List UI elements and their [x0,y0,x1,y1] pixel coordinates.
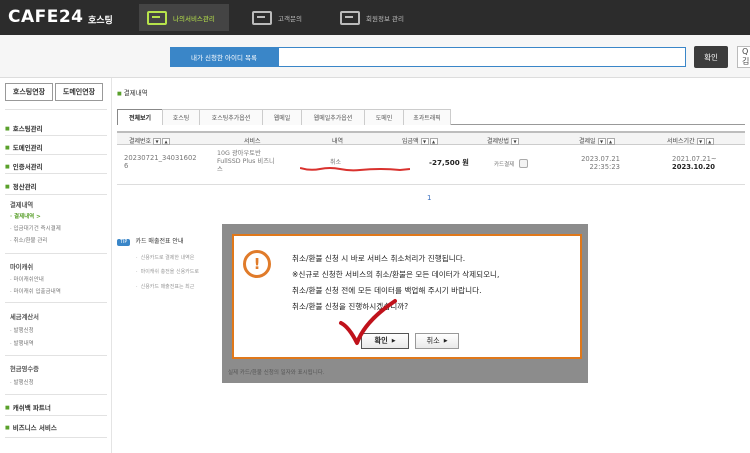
order-number: 20230721_34031602 6 [124,154,197,170]
tip-line: 마이캐쉬 충전을 신용카드로 [136,268,199,275]
dialog-message-line: 취소/환불 신청 전에 모든 데이터를 백업해 주시기 바랍니다. [292,286,482,295]
sidebar-item-business[interactable]: 비즈니스 서비스 [5,422,57,432]
category-tabs: 전체보기 호스팅 호스팅추가옵션 웹메일 웹메일추가옵션 도메인 초과트래픽 [117,109,745,125]
id-search-band: 내가 신청한 아이디 목록 확인 Q 김 [0,35,750,78]
warning-icon: ! [243,250,271,278]
tab-all[interactable]: 전체보기 [117,109,163,125]
billing-section-title: 결제내역 [10,202,34,209]
sort-asc-icon[interactable]: ▲ [606,138,615,145]
table-row[interactable]: 20230721_34031602 6 10G 광아우토반 FullSSD Plus… [117,145,745,185]
sidebar-link-mileage-history[interactable]: · 마이캐쉬 입출금내역 [10,287,61,295]
column-header: 결제일 ▼ ▲ [579,136,616,145]
service-name: 10G 광아우토반 FullSSD Plus 비즈니 스 [217,150,275,173]
sort-asc-icon[interactable]: ▲ [162,138,171,145]
payment-method: 카드결제 [494,159,528,169]
sort-asc-icon[interactable]: ▲ [429,138,438,145]
sidebar-item-settlement[interactable]: 정산관리 [5,181,37,191]
tab-hosting-options[interactable]: 호스팅추가옵션 [199,109,263,125]
search-icon[interactable]: Q 김 [737,46,750,68]
sort-desc-icon[interactable]: ▼ [597,138,606,145]
column-header: 서비스 [244,138,261,145]
tab-hosting[interactable]: 호스팅 [162,109,200,125]
amount: -27,500 원 [429,158,469,167]
sidebar-item-cashback[interactable]: 캐쉬백 파트너 [5,402,51,412]
red-checkmark-annotation [339,299,397,345]
nav-member-label: 회원정보 관리 [366,14,404,23]
sidebar-link-pending-payment[interactable]: · 입금대기건 즉시결제 [10,224,61,232]
cafe24-logo[interactable]: CAFE24 [8,7,84,27]
redacted-scribble [300,167,410,172]
column-header: 결제번호 ▼ ▲ [129,136,171,145]
divider [5,194,107,195]
divider [5,437,107,438]
tip-title: 카드 매출전표 안내 [135,238,184,245]
receipt-icon[interactable] [519,159,528,168]
sort-desc-icon[interactable]: ▼ [420,138,429,145]
dialog-message-line: 취소/환불 신청 시 바로 서비스 취소처리가 진행됩니다. [292,254,466,263]
sidebar-item-hosting[interactable]: 호스팅관리 [5,123,43,133]
sidebar-link-tax-history[interactable]: · 발행내역 [10,339,34,347]
sort-desc-icon[interactable]: ▼ [153,138,162,145]
modal-hint-text: 실제 카드/환불 신청의 일자와 표시됩니다. [228,370,325,376]
sidebar-link-refund[interactable]: · 취소/환불 관리 [10,236,47,244]
support-icon [252,10,272,25]
divider [5,302,107,303]
divider [5,394,107,395]
page-number[interactable]: 1 [427,194,431,202]
sort-asc-icon[interactable]: ▲ [705,138,714,145]
sidebar-link-receipt-request[interactable]: · 발행신청 [10,378,34,386]
column-header: 내역 [332,138,344,145]
cancel-button[interactable]: 취소 ▶ [415,333,459,349]
sidebar-link-tax-request[interactable]: · 발행신청 [10,326,34,334]
tax-section-title: 세금계산서 [10,314,39,321]
divider [5,173,107,174]
divider [5,415,107,416]
sidebar-item-certificate[interactable]: 인증서관리 [5,161,43,171]
tip-line: 신용카드 매출전표는 최근 [136,283,195,290]
tab-webmail-options[interactable]: 웹메일추가옵션 [301,109,365,125]
hosting-renew-button[interactable]: 호스팅연장 [5,83,53,101]
divider [5,135,107,136]
divider [5,154,107,155]
nav-support[interactable]: 고객문의 [252,4,332,31]
logo-subtitle: 호스팅 [88,16,113,26]
id-list-label: 내가 신청한 아이디 목록 [170,47,278,67]
tab-domain[interactable]: 도메인 [364,109,404,125]
column-header: 서비스기간 ▼ ▲ [667,136,715,145]
divider [5,355,107,356]
dialog-message-line: ※신규로 신청한 서비스의 취소/환불은 모든 데이터가 삭제되오니, [292,270,500,279]
mileage-section-title: 마이캐쉬 [10,264,34,271]
tab-webmail[interactable]: 웹메일 [262,109,302,125]
nav-my-services-label: 나의서비스관리 [173,14,215,23]
sidebar-link-billing[interactable]: · 결제내역 > [10,212,41,220]
divider [5,253,107,254]
nav-my-services[interactable]: 나의서비스관리 [139,4,229,31]
search-confirm-button[interactable]: 확인 [694,46,728,68]
receipt-section-title: 현금영수증 [10,366,39,373]
nav-member[interactable]: 회원정보 관리 [340,4,440,31]
tip-badge: TIP [117,239,131,246]
table-header: 결제번호 ▼ ▲ 서비스 내역 입금액 ▼ ▲ 결제방법 ▼ 결제일 ▼ ▲ 서비스기간 ▼ ▲ [117,131,745,145]
column-header: 입금액 ▼ ▲ [402,136,439,145]
divider [5,109,107,110]
sidebar-link-mileage-info[interactable]: · 마이캐쉬안내 [10,275,44,283]
domain-renew-button[interactable]: 도메인연장 [55,83,103,101]
tip-box: TIP 카드 매출전표 안내 [117,236,227,246]
tip-line: 신용카드로 결제한 내역은 [136,254,195,261]
sidebar-item-domain[interactable]: 도메인관리 [5,142,43,152]
service-period: 2021.07.21~ 2023.10.20 [672,155,717,171]
sidebar-tabs: 호스팅연장 도메인연장 [5,83,105,101]
page-title: 결제내역 [117,87,148,97]
column-header: 결제방법 ▼ [487,136,520,145]
nav-support-label: 고객문의 [278,14,302,23]
sort-desc-icon[interactable]: ▼ [511,138,520,145]
sort-desc-icon[interactable]: ▼ [696,138,705,145]
top-bar: CAFE24 호스팅 나의서비스관리 고객문의 회원정보 관리 [0,0,750,35]
tab-traffic[interactable]: 초과트래픽 [403,109,451,125]
service-icon [147,10,167,25]
id-search-input[interactable] [278,47,686,67]
chevron-right-icon: ▶ [443,338,448,344]
member-icon [340,10,360,25]
payment-date: 2023.07.21 22:35:23 [581,155,620,171]
